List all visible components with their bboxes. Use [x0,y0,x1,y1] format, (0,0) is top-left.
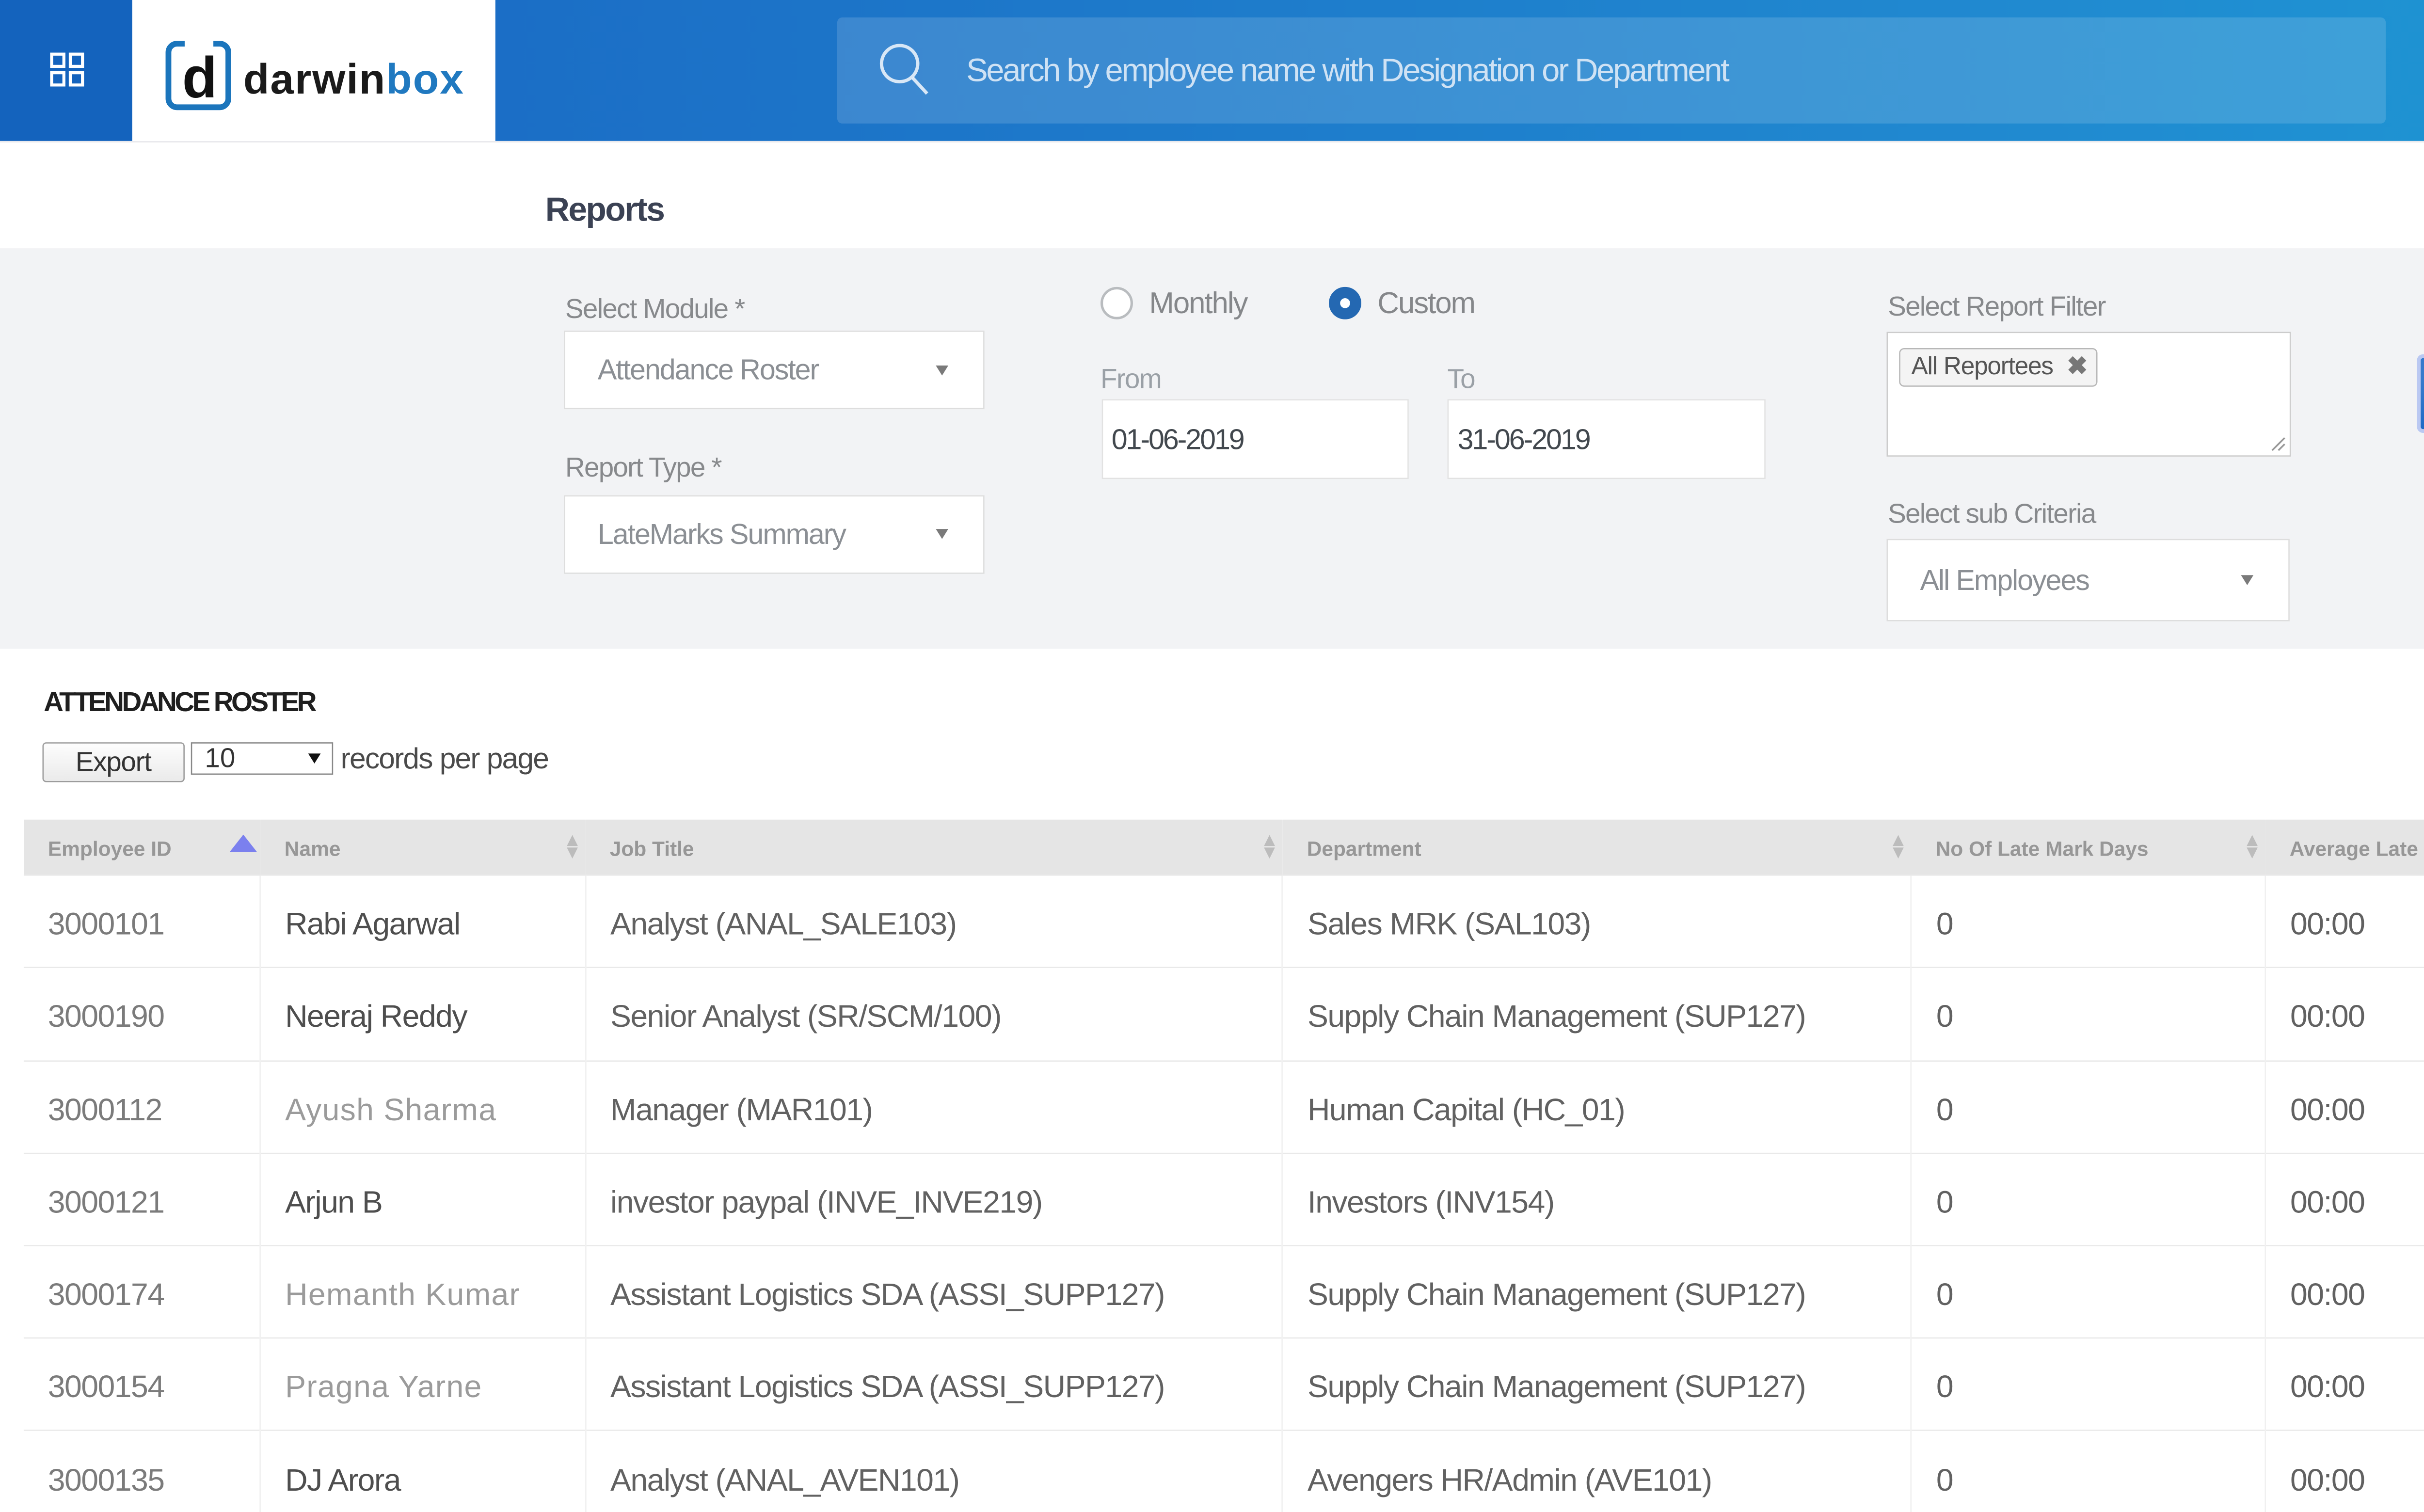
svg-text:darwinbox: darwinbox [243,55,464,103]
svg-text:d: d [182,46,217,110]
